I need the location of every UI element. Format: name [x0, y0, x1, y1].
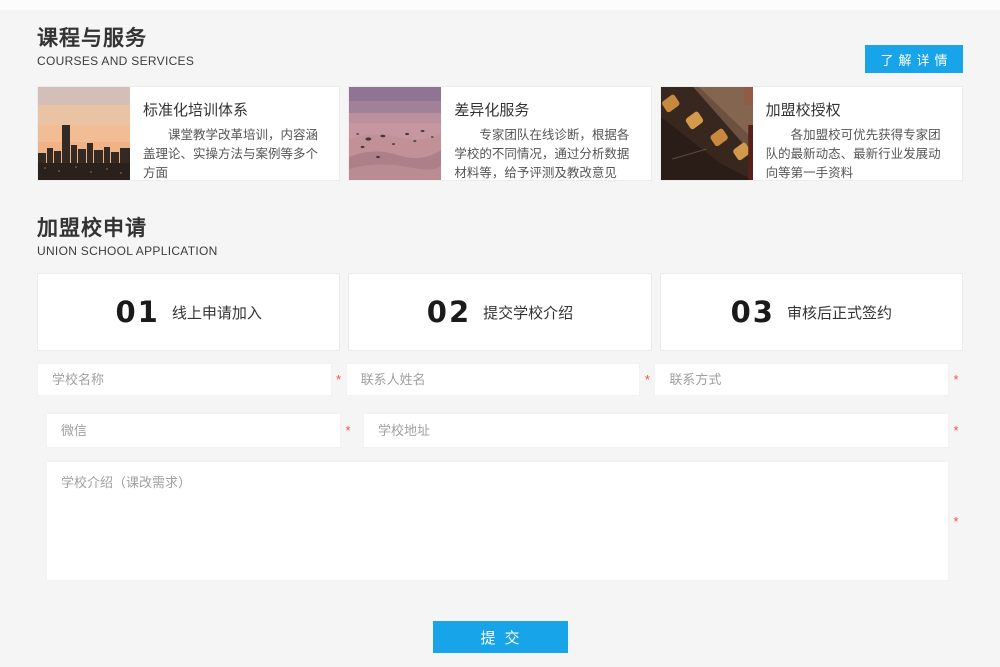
- step-number: 02: [427, 295, 471, 329]
- required-asterisk: *: [949, 372, 963, 387]
- submit-button[interactable]: 提交: [433, 621, 568, 653]
- step-label: 线上申请加入: [172, 302, 262, 323]
- form-row-school-intro: *: [46, 461, 963, 581]
- required-asterisk: *: [332, 372, 346, 387]
- form-cell-wechat: *: [46, 413, 355, 448]
- card-title: 差异化服务: [454, 99, 638, 120]
- step-label: 审核后正式签约: [787, 302, 892, 323]
- card-standard-training: 标准化培训体系 课堂教学改革培训，内容涵盖理论、实操方法与案例等多个方面: [37, 86, 340, 181]
- top-divider-strip: [0, 0, 1000, 10]
- desert-dusk-photo: [349, 87, 441, 180]
- form-cell-contact-name: *: [346, 363, 655, 396]
- card-description: 各加盟校可优先获得专家团队的最新动态、最新行业发展动向等第一手资料: [766, 126, 950, 180]
- form-cell-contact-phone: *: [654, 363, 963, 396]
- form-row-1: * * *: [37, 363, 963, 396]
- application-section-title: 加盟校申请: [37, 212, 963, 242]
- city-skyline-sunset-photo: [38, 87, 130, 180]
- step-number: 01: [115, 295, 159, 329]
- card-title: 加盟校授权: [766, 99, 950, 120]
- card-description: 专家团队在线诊断，根据各学校的不同情况，通过分析数据材料等，给予评测及教改意见: [454, 126, 638, 180]
- step-label: 提交学校介绍: [483, 302, 573, 323]
- application-steps-row: 01 线上申请加入 02 提交学校介绍 03 审核后正式签约: [37, 273, 963, 351]
- card-body: 差异化服务 专家团队在线诊断，根据各学校的不同情况，通过分析数据材料等，给予评测…: [441, 87, 650, 180]
- courses-section-header: 课程与服务 COURSES AND SERVICES: [37, 22, 963, 68]
- step-apply-online: 01 线上申请加入: [37, 273, 340, 351]
- form-cell-school-name: *: [37, 363, 346, 396]
- school-intro-textarea[interactable]: [46, 461, 949, 581]
- required-asterisk: *: [949, 514, 963, 529]
- contact-name-input[interactable]: [346, 363, 641, 396]
- form-cell-school-address: *: [363, 413, 963, 448]
- wechat-input[interactable]: [46, 413, 341, 448]
- card-franchise-authorization: 加盟校授权 各加盟校可优先获得专家团队的最新动态、最新行业发展动向等第一手资料: [660, 86, 963, 181]
- application-section-subtitle: UNION SCHOOL APPLICATION: [37, 244, 963, 258]
- card-title: 标准化培训体系: [143, 99, 327, 120]
- card-differentiated-service: 差异化服务 专家团队在线诊断，根据各学校的不同情况，通过分析数据材料等，给予评测…: [348, 86, 651, 181]
- step-sign-contract: 03 审核后正式签约: [660, 273, 963, 351]
- course-cards-row: 标准化培训体系 课堂教学改革培训，内容涵盖理论、实操方法与案例等多个方面: [37, 86, 963, 181]
- card-body: 加盟校授权 各加盟校可优先获得专家团队的最新动态、最新行业发展动向等第一手资料: [753, 87, 962, 180]
- courses-section-subtitle: COURSES AND SERVICES: [37, 54, 963, 68]
- courses-section-title: 课程与服务: [37, 22, 963, 52]
- required-asterisk: *: [341, 423, 355, 438]
- application-section-header: 加盟校申请 UNION SCHOOL APPLICATION: [37, 212, 963, 258]
- step-number: 03: [731, 295, 775, 329]
- required-asterisk: *: [949, 423, 963, 438]
- film-strip-photo: [661, 87, 753, 180]
- step-submit-intro: 02 提交学校介绍: [348, 273, 651, 351]
- school-address-input[interactable]: [363, 413, 949, 448]
- page-container: 课程与服务 COURSES AND SERVICES 了解详情: [0, 22, 1000, 653]
- card-body: 标准化培训体系 课堂教学改革培训，内容涵盖理论、实操方法与案例等多个方面: [130, 87, 339, 180]
- contact-phone-input[interactable]: [654, 363, 949, 396]
- school-name-input[interactable]: [37, 363, 332, 396]
- learn-more-button[interactable]: 了解详情: [865, 45, 963, 73]
- required-asterisk: *: [640, 372, 654, 387]
- form-row-2: * *: [46, 413, 963, 448]
- submit-row: 提交: [37, 621, 963, 653]
- card-description: 课堂教学改革培训，内容涵盖理论、实操方法与案例等多个方面: [143, 126, 327, 180]
